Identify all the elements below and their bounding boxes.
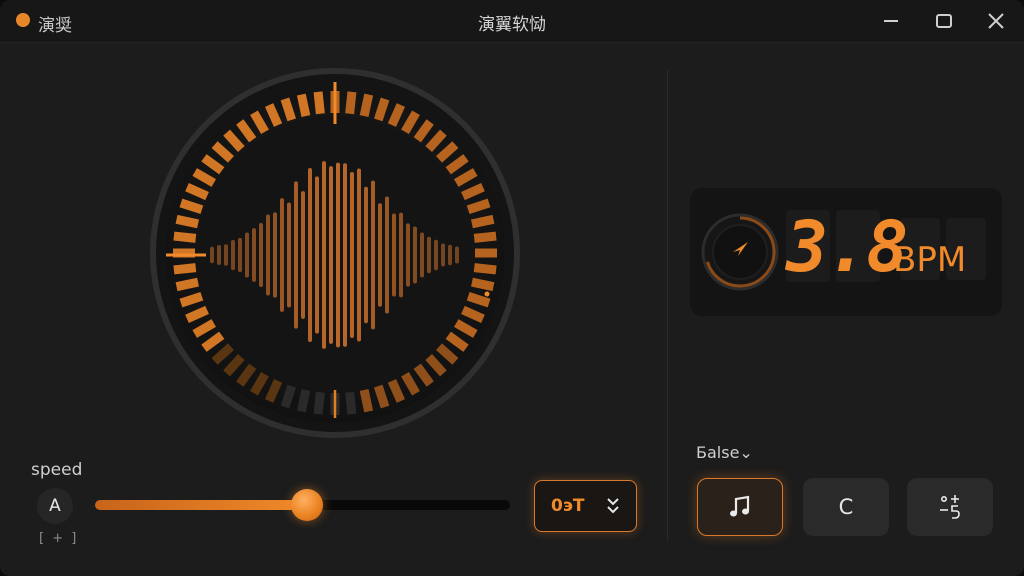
- waveform-bar: [287, 202, 291, 308]
- close-icon: [988, 13, 1004, 29]
- maximize-icon: [936, 14, 952, 28]
- waveform-bar: [238, 237, 242, 273]
- waveform-bar: [420, 232, 424, 278]
- waveform-bar: [336, 162, 340, 348]
- tempo-gauge-icon: [701, 213, 779, 291]
- bpm-unit: BPM: [893, 240, 967, 280]
- minimize-icon: [884, 20, 898, 22]
- waveform-bar: [406, 223, 410, 287]
- tempo-dropdown[interactable]: 0эT: [534, 480, 637, 532]
- waveform-bar: [231, 239, 235, 271]
- speed-slider-fill: [95, 500, 307, 510]
- waveform-bar: [210, 246, 214, 264]
- dial-tick: [173, 231, 197, 243]
- dial-tick: [296, 389, 311, 413]
- tempo-dial[interactable]: [150, 68, 520, 438]
- waveform-bar: [427, 236, 431, 274]
- maximize-button[interactable]: [929, 6, 959, 36]
- panel-divider: [667, 70, 668, 540]
- dial-tick: [345, 91, 357, 115]
- bpm-value: 3.8: [786, 206, 908, 288]
- waveform-bar: [245, 232, 249, 278]
- waveform-bar: [343, 163, 347, 347]
- bpm-display: 3.8 BPM: [690, 188, 1002, 316]
- dial-tick: [175, 277, 199, 292]
- waveform-bar: [364, 186, 368, 324]
- waveform-bar: [322, 161, 326, 349]
- double-chevron-down-icon: [607, 498, 619, 514]
- c-letter-icon: C: [838, 495, 854, 519]
- dial-tick: [471, 214, 495, 229]
- speed-label: speed: [31, 460, 83, 480]
- speed-slider[interactable]: [95, 489, 510, 521]
- close-button[interactable]: [981, 6, 1011, 36]
- waveform-bar: [273, 212, 277, 298]
- waveform-bar: [350, 172, 354, 338]
- waveform-bar: [455, 246, 459, 264]
- waveform-bar: [434, 239, 438, 271]
- waveform-bar: [308, 168, 312, 342]
- music-note-icon: [730, 495, 750, 517]
- dropdown-value: 0эT: [551, 496, 585, 516]
- mode-button-c[interactable]: C: [803, 478, 889, 536]
- mode-label: Ƃalse⌄: [696, 443, 753, 462]
- speed-sub-label: [ + ]: [39, 531, 79, 546]
- dial-tick: [175, 214, 199, 229]
- dial-tick: [473, 263, 497, 275]
- waveform-bar: [378, 203, 382, 307]
- dial-tick: [471, 277, 495, 292]
- waveform-bar: [413, 226, 417, 284]
- dial-tick: [359, 93, 374, 117]
- waveform-bar: [224, 244, 228, 266]
- waveform-bar: [441, 243, 445, 267]
- waveform-bar: [392, 213, 396, 297]
- waveform-bar: [315, 176, 319, 334]
- waveform-bar: [371, 180, 375, 330]
- dial-tick: [173, 263, 197, 275]
- dial-tick: [473, 231, 497, 243]
- waveform-bar: [385, 196, 389, 314]
- waveform-bar: [399, 212, 403, 298]
- speed-slider-thumb[interactable]: [290, 489, 323, 521]
- waveform-bar: [259, 223, 263, 287]
- dial-tick: [359, 389, 374, 413]
- window-title: 演翼软恸: [478, 15, 546, 35]
- waveform-bar: [266, 214, 270, 296]
- waveform-bar: [217, 244, 221, 266]
- dial-tick: [345, 391, 357, 415]
- waveform-bar: [329, 166, 333, 344]
- app-window: 演奨 演翼软恸 speed A [+] 0эT 3.8 BPM Ƃalse⌄…: [0, 0, 1024, 576]
- waveform-bar: [280, 198, 284, 312]
- waveform-bar: [448, 244, 452, 266]
- waveform-bar: [252, 228, 256, 282]
- fraction-icon: [940, 495, 960, 519]
- waveform-bar: [357, 168, 361, 342]
- dial-dot-right: [484, 291, 490, 297]
- waveform-bar: [294, 181, 298, 329]
- title-bar: 演奨 演翼软恸: [0, 0, 1024, 43]
- dial-tick: [313, 91, 325, 115]
- dial-tick: [296, 93, 311, 117]
- minimize-button[interactable]: [876, 6, 906, 36]
- mode-button-music[interactable]: [697, 478, 783, 536]
- waveform-bar: [301, 191, 305, 319]
- dial-tick: [313, 391, 325, 415]
- mode-button-fraction[interactable]: [907, 478, 993, 536]
- auto-button[interactable]: A: [37, 488, 73, 524]
